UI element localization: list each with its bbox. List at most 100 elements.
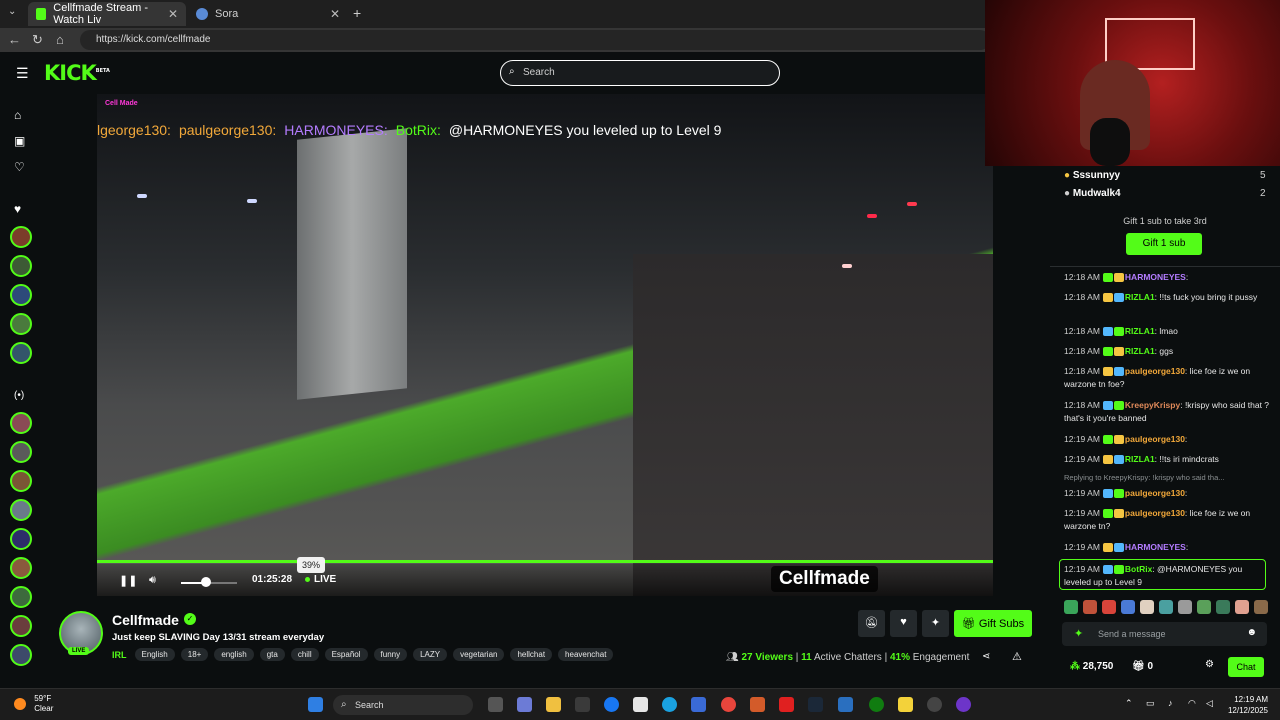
emote-icon[interactable] — [1121, 600, 1135, 614]
obs-icon[interactable] — [927, 697, 942, 712]
message-username[interactable]: RIZLA1 — [1125, 454, 1155, 464]
recommended-channel-avatar[interactable] — [10, 586, 32, 608]
tab-kick[interactable]: Cellfmade Stream - Watch Liv ✕ — [28, 2, 186, 26]
stream-tag[interactable]: hellchat — [510, 648, 553, 661]
chat-message[interactable]: 12:18 AM KreepyKrispy: !krispy who said t… — [1064, 399, 1274, 425]
message-username[interactable]: paulgeorge130 — [1125, 488, 1185, 498]
volume-knob[interactable]: 39% — [201, 557, 326, 587]
close-tab-icon[interactable]: ✕ — [168, 7, 178, 21]
chat-message[interactable]: 12:19 AM RIZLA1: !!ts iri mindcrats — [1064, 453, 1274, 466]
message-username[interactable]: paulgeorge130 — [1125, 434, 1185, 444]
message-username[interactable]: RIZLA1 — [1125, 292, 1155, 302]
back-arrow-icon[interactable]: ← — [8, 32, 21, 47]
follow-heart-icon[interactable]: ♥ — [890, 610, 917, 637]
recommended-channel-avatar[interactable] — [10, 528, 32, 550]
chat-message[interactable]: 12:19 AM paulgeorge130: lice foe iz we on… — [1064, 507, 1274, 533]
facebook-icon[interactable] — [604, 697, 619, 712]
chat-message[interactable]: 12:18 AM RIZLA1: !!ts fuck you bring it p… — [1064, 291, 1274, 304]
chat-message[interactable]: 12:18 AM RIZLA1: ggs — [1064, 345, 1274, 358]
recommended-channel-avatar[interactable] — [10, 615, 32, 637]
tab-list-chevron-icon[interactable]: ⌄ — [8, 6, 16, 17]
stream-tag[interactable]: 18+ — [180, 648, 209, 661]
app-icon[interactable] — [750, 697, 765, 712]
store-icon[interactable] — [575, 697, 590, 712]
search-input[interactable]: ⌕ Search — [500, 60, 780, 86]
recommended-channel-avatar[interactable] — [10, 557, 32, 579]
stream-tag[interactable]: english — [214, 648, 254, 661]
hamburger-menu-icon[interactable]: ☰ — [16, 65, 29, 82]
close-tab-icon[interactable]: ✕ — [330, 7, 340, 21]
xbox-icon[interactable] — [869, 697, 884, 712]
copilot-icon[interactable] — [517, 697, 532, 712]
gift-count[interactable]: 🎁︎ 0 — [1132, 661, 1153, 672]
message-username[interactable]: HARMONEYES — [1125, 272, 1186, 282]
tray-chevron-icon[interactable]: ⌃ — [1125, 698, 1133, 709]
file-explorer-icon[interactable] — [546, 697, 561, 712]
followed-channel-avatar[interactable] — [10, 342, 32, 364]
video-player[interactable]: Cell Made lgeorge130: paulgeorge130: HARMO… — [97, 94, 993, 596]
tab-sora[interactable]: Sora ✕ — [188, 2, 348, 26]
chat-message[interactable]: 12:18 AM HARMONEYES: — [1064, 271, 1274, 284]
amazon-icon[interactable] — [633, 697, 648, 712]
stream-tag[interactable]: English — [134, 648, 175, 661]
steam-icon[interactable] — [808, 697, 823, 712]
youtube-icon[interactable] — [779, 697, 794, 712]
emote-icon[interactable] — [1254, 600, 1268, 614]
stream-tag[interactable]: Español — [324, 648, 368, 661]
taskbar-search[interactable]: ⌕ Search — [333, 695, 473, 715]
followed-channel-avatar[interactable] — [10, 313, 32, 335]
share-icon[interactable]: ⋖ — [982, 651, 990, 662]
emote-icon[interactable] — [1159, 600, 1173, 614]
emote-icon[interactable] — [1140, 600, 1154, 614]
emote-icon[interactable] — [1064, 600, 1078, 614]
recommended-channel-avatar[interactable] — [10, 644, 32, 666]
wifi-icon[interactable]: ◠ — [1188, 698, 1196, 709]
kick-logo[interactable]: KICKBETA — [44, 61, 110, 85]
stream-tag[interactable]: heavenchat — [558, 648, 614, 661]
followed-channel-avatar[interactable] — [10, 226, 32, 248]
sticky-notes-icon[interactable] — [898, 697, 913, 712]
emote-icon[interactable] — [1197, 600, 1211, 614]
following-heart-icon[interactable]: ♡ — [14, 160, 25, 174]
url-field[interactable]: https://kick.com/cellfmade — [80, 30, 990, 50]
category-link[interactable]: IRL — [112, 650, 127, 660]
message-username[interactable]: RIZLA1 — [1125, 346, 1155, 356]
system-clock[interactable]: 12:19 AM 12/12/2025 — [1222, 694, 1268, 716]
network-icon[interactable]: ▭ — [1146, 698, 1155, 709]
chat-input[interactable]: ✦ Send a message ☻ — [1062, 622, 1267, 646]
channel-points[interactable]: ⁂ 28,750 — [1070, 661, 1113, 672]
stream-tag[interactable]: gta — [259, 648, 285, 661]
home-icon[interactable]: ⌂ — [56, 32, 64, 47]
start-windows-icon[interactable] — [308, 697, 323, 712]
calculator-icon[interactable] — [691, 697, 706, 712]
microphone-icon[interactable]: ♪ — [1168, 698, 1173, 708]
stream-tag[interactable]: LAZY — [413, 648, 448, 661]
settings-gear-icon[interactable]: ⚙ — [1205, 659, 1214, 670]
chat-message[interactable]: 12:18 AM RIZLA1: lmao — [1064, 325, 1274, 338]
recommended-channel-avatar[interactable] — [10, 499, 32, 521]
recommended-channel-avatar[interactable] — [10, 412, 32, 434]
speaker-icon[interactable]: ◁ — [1206, 698, 1213, 709]
emote-icon[interactable] — [1216, 600, 1230, 614]
sparkle-icon[interactable]: ✦ — [1074, 627, 1083, 640]
live-progress-bar[interactable] — [97, 560, 993, 563]
edge-icon[interactable] — [662, 697, 677, 712]
stream-tag[interactable]: funny — [373, 648, 408, 661]
emote-icon[interactable] — [1178, 600, 1192, 614]
volume-icon[interactable]: 🔊︎ — [149, 574, 156, 587]
followed-channel-avatar[interactable] — [10, 284, 32, 306]
app-icon[interactable] — [838, 697, 853, 712]
message-username[interactable]: paulgeorge130 — [1125, 366, 1185, 376]
stream-tag[interactable]: chill — [290, 648, 319, 661]
browse-icon[interactable]: ▣ — [14, 134, 25, 148]
emoji-icon[interactable]: ☻ — [1246, 627, 1257, 638]
recommended-channel-avatar[interactable] — [10, 470, 32, 492]
message-username[interactable]: KreepyKrispy — [1125, 400, 1180, 410]
streamer-name[interactable]: Cellfmade — [112, 612, 179, 628]
message-username[interactable]: paulgeorge130 — [1125, 508, 1185, 518]
live-indicator[interactable]: LIVE — [305, 574, 336, 585]
stream-tag[interactable]: vegetarian — [453, 648, 505, 661]
gift-subs-button[interactable]: 🎁︎ Gift Subs — [954, 610, 1032, 637]
report-warning-icon[interactable]: ⚠ — [1012, 650, 1022, 663]
chat-send-button[interactable]: Chat — [1228, 657, 1264, 677]
